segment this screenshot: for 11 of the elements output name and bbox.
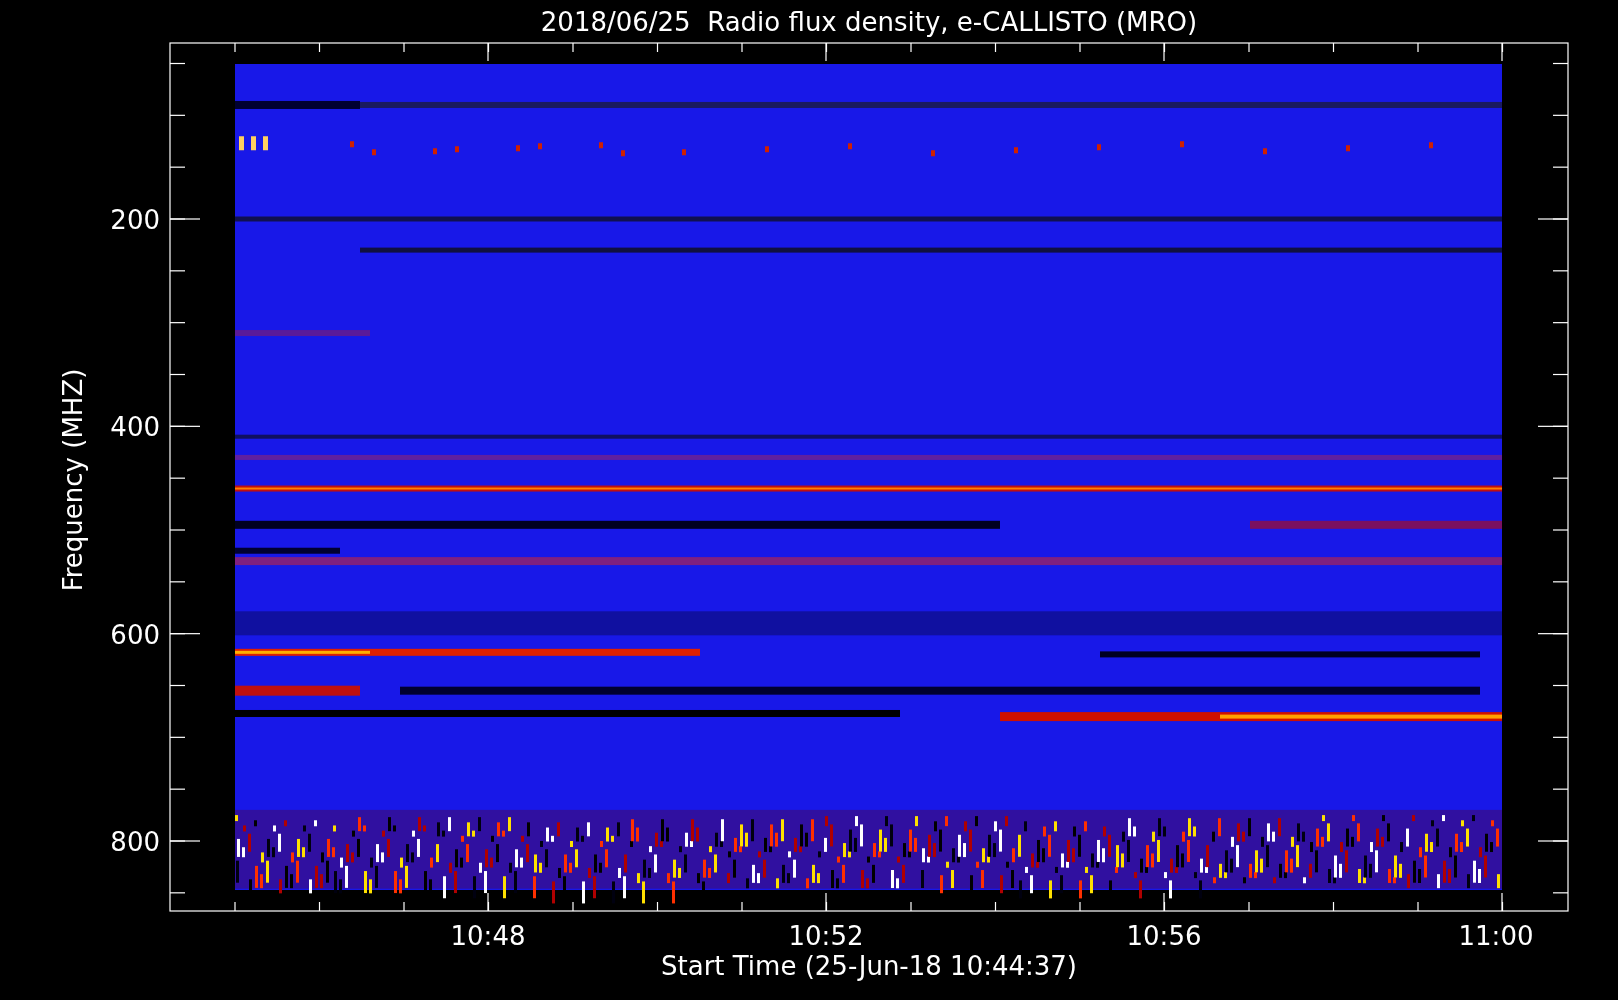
y-tick-label: 800 <box>110 827 160 857</box>
x-tick-label: 10:48 <box>450 921 526 951</box>
y-tick-label: 200 <box>110 205 160 235</box>
x-tick-label: 10:52 <box>788 921 864 951</box>
y-tick-label: 400 <box>110 412 160 443</box>
y-tick-label: 600 <box>110 619 160 650</box>
x-tick-label: 10:56 <box>1126 921 1202 951</box>
x-axis-title: Start Time (25-Jun-18 10:44:37) <box>661 951 1077 981</box>
x-tick-label: 11:00 <box>1458 921 1534 951</box>
chart-title: 2018/06/25 Radio flux density, e-CALLISTO (MRO) <box>540 7 1198 37</box>
y-axis-title: Frequency (MHZ) <box>58 368 88 592</box>
